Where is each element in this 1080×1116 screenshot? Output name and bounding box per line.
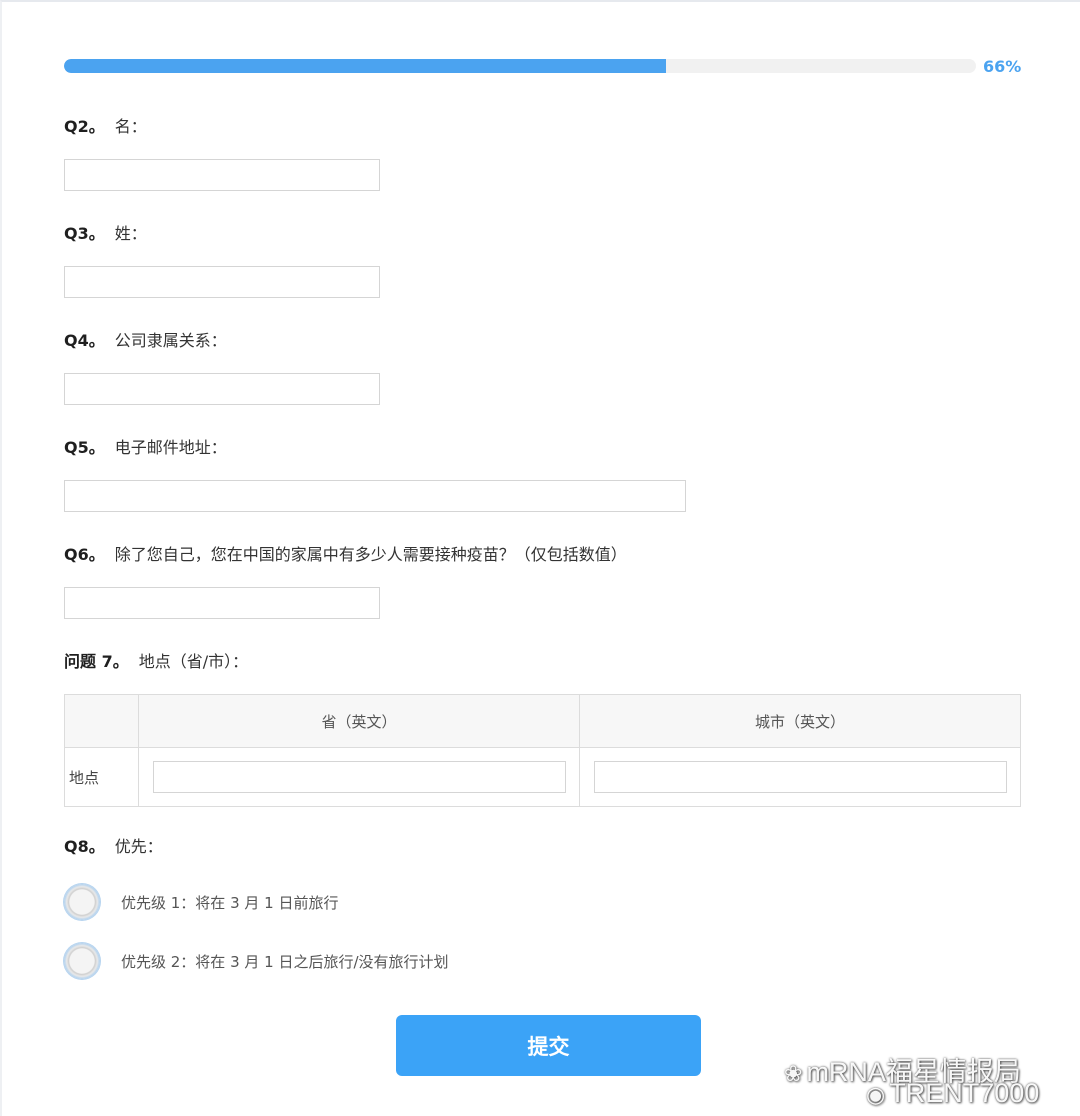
question-number: Q6。 [64,545,105,564]
question-title-dependents: Q6。 除了您自己，您在中国的家属中有多少人需要接种疫苗？（仅包括数值） [64,541,627,565]
table-header-city: 城市（英文） [579,694,1021,748]
progress-percent: 66% [983,57,1022,76]
province-input[interactable] [152,761,566,793]
table-row: 地点 [64,747,1021,807]
question-number: Q5。 [64,438,105,457]
first-name-input[interactable] [64,159,380,191]
question-number: 问题 7。 [64,652,129,671]
row-label-location: 地点 [64,747,139,807]
location-table: 省（英文） 城市（英文） 地点 [64,694,1021,807]
radio-label: 优先级 1：将在 3 月 1 日前旅行 [121,893,339,912]
wechat-icon: ❀ [784,1061,803,1086]
radio-label: 优先级 2：将在 3 月 1 日之后旅行/没有旅行计划 [121,952,449,971]
table-header-province: 省（英文） [138,694,580,748]
question-title-location: 问题 7。 地点（省/市）： [64,648,248,672]
question-title-priority: Q8。 优先： [64,833,163,857]
question-number: Q8。 [64,837,105,856]
question-title-email: Q5。 电子邮件地址： [64,434,227,458]
question-text: 地点（省/市）： [138,652,249,671]
question-text: 优先： [114,837,163,856]
watermark-text: TRENT7000 [889,1078,1040,1108]
question-title-last-name: Q3。 姓： [64,220,147,244]
progress-fill [64,59,666,73]
dependents-count-input[interactable] [64,587,380,619]
question-title-first-name: Q2。 名： [64,113,147,137]
submit-button[interactable]: 提交 [396,1015,701,1076]
radio-button[interactable] [64,884,100,920]
city-input[interactable] [593,761,1007,793]
radio-button[interactable] [64,943,100,979]
last-name-input[interactable] [64,266,380,298]
question-text: 电子邮件地址： [114,438,227,457]
table-header-row: 省（英文） 城市（英文） [64,694,1021,748]
watermark-line2: ◉ TRENT7000 [866,1078,1039,1109]
email-input[interactable] [64,480,686,512]
question-number: Q2。 [64,117,105,136]
question-title-affiliation: Q4。 公司隶属关系： [64,327,227,351]
question-number: Q4。 [64,331,105,350]
province-cell [138,747,580,807]
weibo-icon: ◉ [866,1082,886,1107]
progress-bar [64,59,976,73]
affiliation-input[interactable] [64,373,380,405]
city-cell [579,747,1021,807]
priority-option-1[interactable]: 优先级 1：将在 3 月 1 日前旅行 [64,884,338,920]
question-number: Q3。 [64,224,105,243]
question-text: 公司隶属关系： [114,331,227,350]
question-text: 姓： [114,224,147,243]
question-text: 除了您自己，您在中国的家属中有多少人需要接种疫苗？（仅包括数值） [114,545,627,564]
question-text: 名： [114,117,147,136]
priority-option-2[interactable]: 优先级 2：将在 3 月 1 日之后旅行/没有旅行计划 [64,943,449,979]
table-header-empty [64,694,139,748]
